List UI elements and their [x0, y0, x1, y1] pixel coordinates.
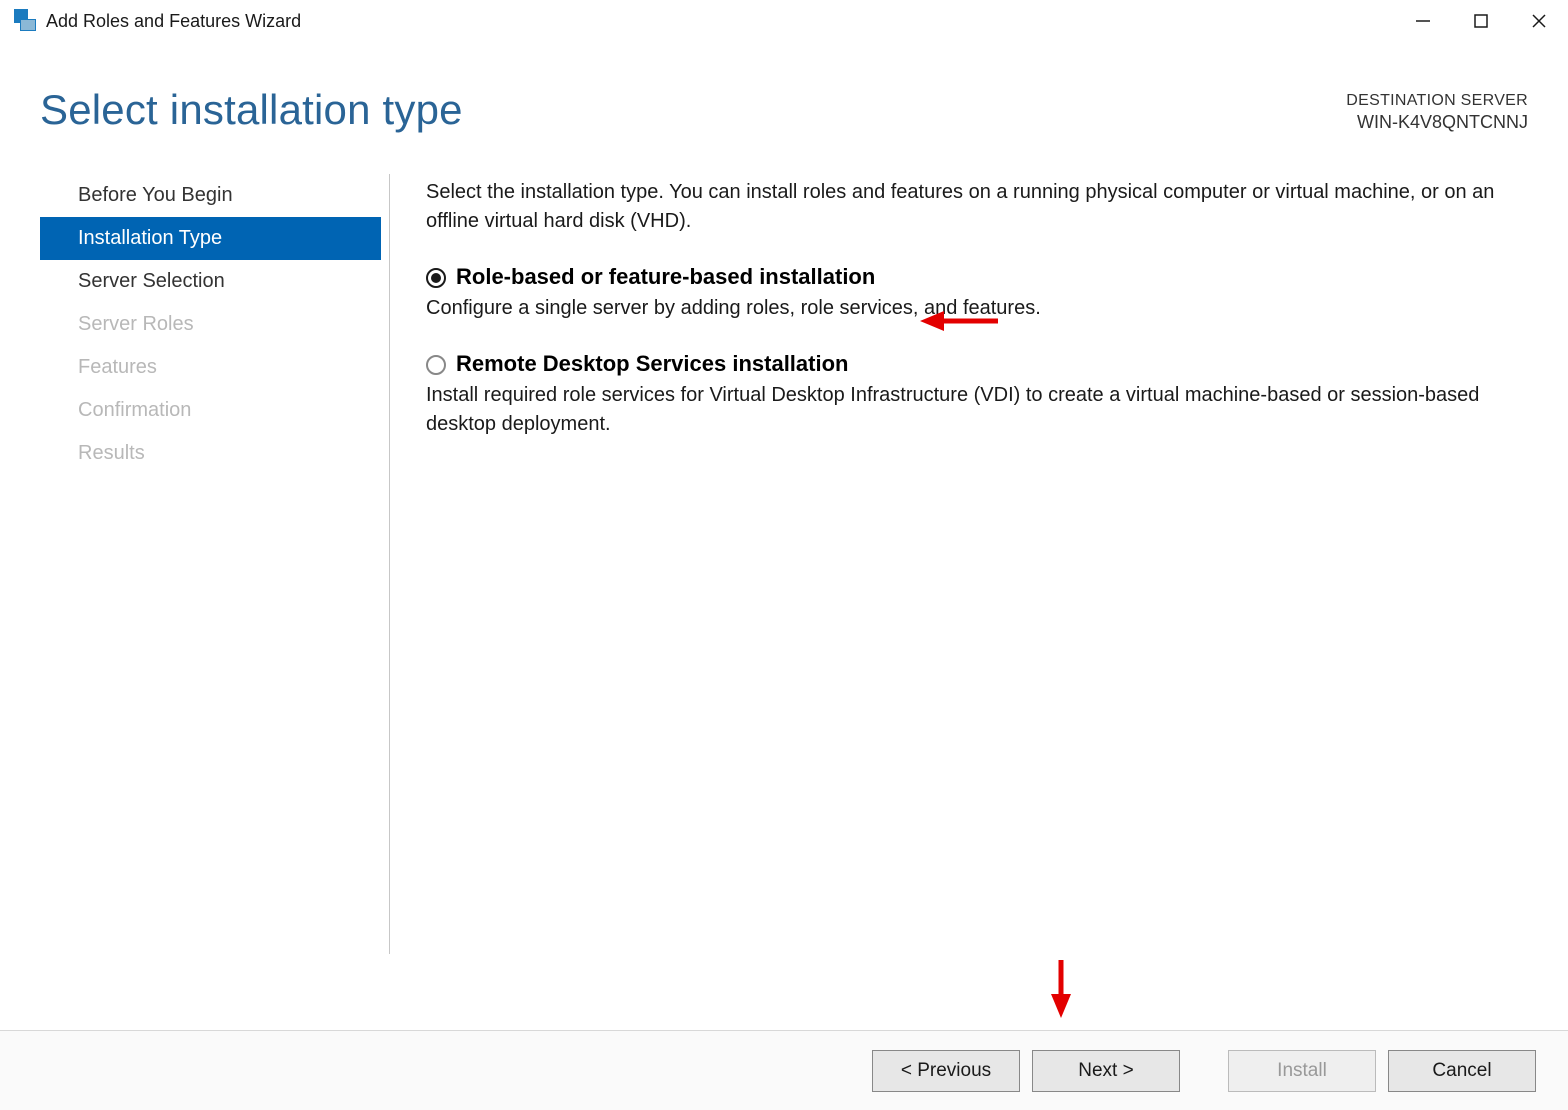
sidebar-item-confirmation: Confirmation: [40, 389, 381, 432]
content-pane: Select the installation type. You can in…: [390, 174, 1568, 954]
sidebar-item-server-roles: Server Roles: [40, 303, 381, 346]
annotation-arrow-right-icon: [920, 306, 1000, 336]
sidebar-item-installation-type[interactable]: Installation Type: [40, 217, 381, 260]
sidebar-item-results: Results: [40, 432, 381, 475]
minimize-icon: [1414, 12, 1432, 30]
body-region: Before You Begin Installation Type Serve…: [0, 174, 1568, 954]
window-controls: [1394, 0, 1568, 42]
minimize-button[interactable]: [1394, 0, 1452, 42]
sidebar-item-before-you-begin[interactable]: Before You Begin: [40, 174, 381, 217]
destination-label: DESTINATION SERVER: [1346, 92, 1528, 110]
sidebar: Before You Begin Installation Type Serve…: [0, 174, 390, 954]
window-title: Add Roles and Features Wizard: [46, 11, 1394, 32]
install-button: Install: [1228, 1050, 1376, 1092]
maximize-icon: [1472, 12, 1490, 30]
next-button[interactable]: Next >: [1032, 1050, 1180, 1092]
close-icon: [1530, 12, 1548, 30]
radio-selected-dot-icon: [431, 273, 441, 283]
cancel-button[interactable]: Cancel: [1388, 1050, 1536, 1092]
radio-role-based[interactable]: [426, 268, 446, 288]
radio-rds[interactable]: [426, 355, 446, 375]
wizard-icon: [12, 9, 36, 33]
header-region: Select installation type DESTINATION SER…: [0, 42, 1568, 134]
titlebar: Add Roles and Features Wizard: [0, 0, 1568, 42]
sidebar-item-server-selection[interactable]: Server Selection: [40, 260, 381, 303]
previous-button[interactable]: < Previous: [872, 1050, 1020, 1092]
option-title-role-based: Role-based or feature-based installation: [456, 264, 1528, 290]
annotation-arrow-down-icon: [1046, 960, 1076, 1018]
footer: < Previous Next > Install Cancel: [0, 1030, 1568, 1110]
sidebar-list: Before You Begin Installation Type Serve…: [40, 174, 381, 475]
option-rds[interactable]: Remote Desktop Services installation Ins…: [426, 351, 1528, 439]
destination-block: DESTINATION SERVER WIN-K4V8QNTCNNJ: [1346, 86, 1528, 133]
destination-server: WIN-K4V8QNTCNNJ: [1346, 112, 1528, 133]
page-title: Select installation type: [40, 86, 463, 134]
intro-text: Select the installation type. You can in…: [426, 178, 1528, 236]
close-button[interactable]: [1510, 0, 1568, 42]
option-title-rds: Remote Desktop Services installation: [456, 351, 1528, 377]
option-desc-rds: Install required role services for Virtu…: [426, 381, 1528, 439]
maximize-button[interactable]: [1452, 0, 1510, 42]
option-body: Remote Desktop Services installation Ins…: [456, 351, 1528, 439]
sidebar-item-features: Features: [40, 346, 381, 389]
